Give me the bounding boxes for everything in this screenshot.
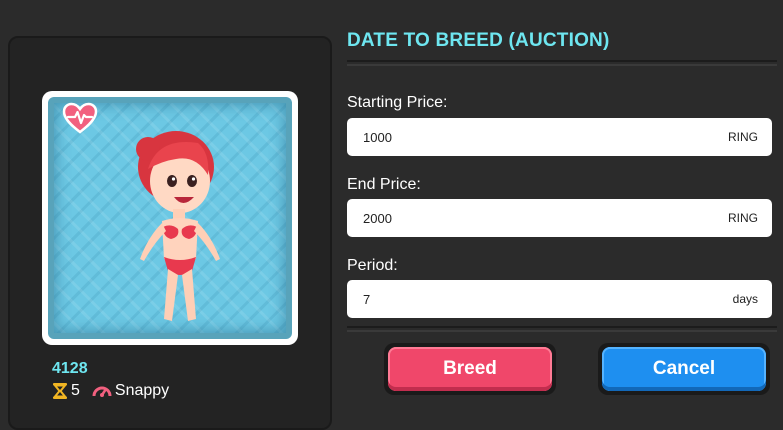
- cancel-button[interactable]: Cancel: [602, 347, 766, 391]
- generation-stat: 5: [52, 382, 80, 400]
- character-stats: 5 Snappy: [52, 382, 181, 400]
- starting-price-field[interactable]: 1000 RING: [347, 118, 772, 156]
- title-divider: [347, 60, 777, 66]
- buttons-divider: [347, 326, 777, 332]
- starting-price-value[interactable]: 1000: [363, 130, 728, 145]
- character-portrait[interactable]: [42, 91, 298, 345]
- end-price-label: End Price:: [347, 176, 421, 193]
- end-price-unit: RING: [728, 211, 758, 225]
- character-image: [136, 131, 220, 321]
- character-id: 4128: [52, 360, 88, 377]
- form-title: DATE TO BREED (AUCTION): [347, 30, 610, 51]
- portrait-background: [48, 97, 292, 339]
- end-price-field[interactable]: 2000 RING: [347, 199, 772, 237]
- period-value[interactable]: 7: [363, 292, 733, 307]
- end-price-value[interactable]: 2000: [363, 211, 728, 226]
- breed-button-wrap: Breed: [384, 343, 556, 395]
- trait-value: Snappy: [114, 382, 170, 399]
- breed-button[interactable]: Breed: [388, 347, 552, 391]
- heart-rate-icon: [62, 102, 98, 134]
- trait-stat: Snappy: [92, 382, 169, 400]
- starting-price-label: Starting Price:: [347, 94, 448, 111]
- starting-price-unit: RING: [728, 130, 758, 144]
- period-field[interactable]: 7 days: [347, 280, 772, 318]
- period-unit: days: [732, 292, 758, 306]
- generation-value: 5: [71, 382, 80, 399]
- cancel-button-wrap: Cancel: [598, 343, 770, 395]
- period-label: Period:: [347, 257, 398, 274]
- speedometer-icon: [92, 386, 112, 397]
- hourglass-icon: [52, 383, 68, 399]
